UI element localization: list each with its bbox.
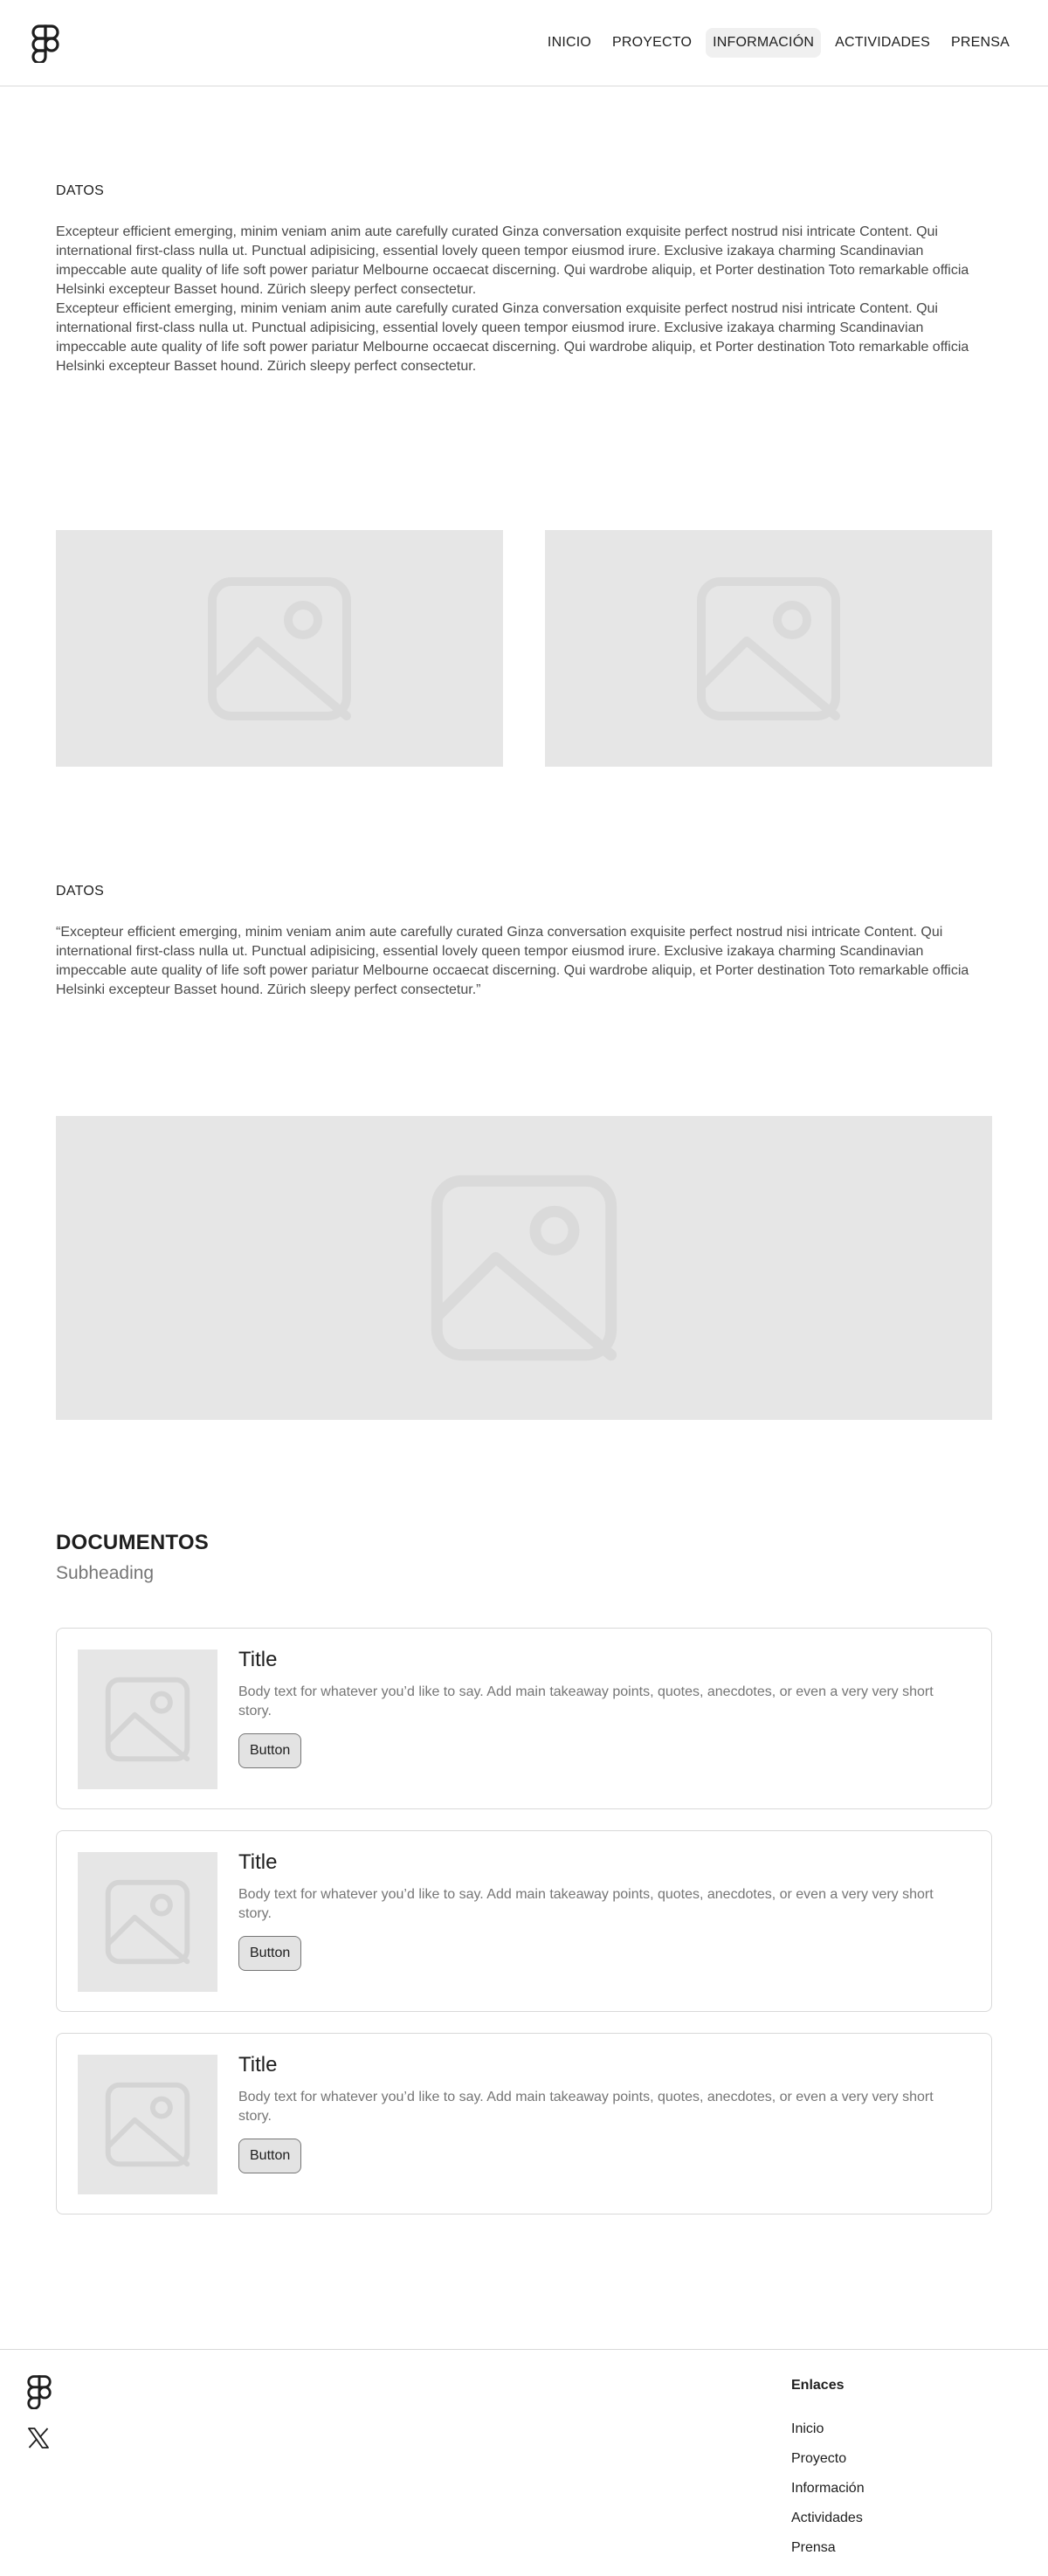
paragraph-1: Excepteur efficient emerging, minim veni… — [56, 224, 969, 297]
nav-item-informacion[interactable]: INFORMACIÓN — [706, 28, 822, 58]
footer-link-proyecto[interactable]: Proyecto — [791, 2451, 846, 2467]
card-thumbnail — [78, 1852, 217, 1992]
image-placeholder-left — [56, 530, 503, 767]
main-nav: INICIO PROYECTO INFORMACIÓN ACTIVIDADES … — [541, 28, 1017, 58]
document-card: Title Body text for whatever you’d like … — [56, 2033, 992, 2214]
card-title: Title — [238, 1850, 278, 1874]
documents-heading: DOCUMENTOS — [56, 1531, 209, 1554]
document-card: Title Body text for whatever you’d like … — [56, 1628, 992, 1809]
section-label-datos: DATOS — [56, 183, 105, 198]
footer-link-actividades[interactable]: Actividades — [791, 2511, 863, 2526]
card-button[interactable]: Button — [238, 2139, 302, 2173]
documents-subheading: Subheading — [56, 1563, 155, 1583]
paragraph-2: Excepteur efficient emerging, minim veni… — [56, 301, 969, 374]
footer-link-informacion[interactable]: Información — [791, 2481, 865, 2497]
image-icon — [697, 576, 840, 720]
card-button[interactable]: Button — [238, 1733, 302, 1768]
image-icon — [208, 576, 351, 720]
card-body: Body text for whatever you’d like to say… — [238, 2090, 934, 2124]
nav-item-prensa[interactable]: PRENSA — [944, 28, 1017, 58]
footer-column-title: Enlaces — [791, 2378, 845, 2393]
footer-link-prensa[interactable]: Prensa — [791, 2540, 836, 2556]
card-body: Body text for whatever you’d like to say… — [238, 1887, 934, 1921]
image-placeholder-wide — [56, 1116, 992, 1420]
section-label-datos-2: DATOS — [56, 884, 105, 899]
card-thumbnail — [78, 2055, 217, 2194]
nav-item-proyecto[interactable]: PROYECTO — [605, 28, 699, 58]
image-icon — [105, 2082, 190, 2167]
image-icon — [105, 1677, 190, 1762]
site-header: INICIO PROYECTO INFORMACIÓN ACTIVIDADES … — [0, 0, 1048, 86]
site-footer: Enlaces Inicio Proyecto Información Acti… — [0, 2349, 1048, 2576]
card-title: Title — [238, 2053, 278, 2077]
figma-logo-icon[interactable] — [31, 24, 59, 63]
card-title: Title — [238, 1648, 278, 1671]
image-placeholder-right — [545, 530, 992, 767]
figma-logo-icon[interactable] — [27, 2374, 52, 2409]
x-twitter-icon[interactable] — [27, 2427, 50, 2449]
footer-link-inicio[interactable]: Inicio — [791, 2421, 824, 2437]
nav-item-actividades[interactable]: ACTIVIDADES — [828, 28, 937, 58]
image-icon — [431, 1174, 617, 1361]
document-card: Title Body text for whatever you’d like … — [56, 1830, 992, 2012]
card-body: Body text for whatever you’d like to say… — [238, 1684, 934, 1718]
nav-item-inicio[interactable]: INICIO — [541, 28, 598, 58]
card-button[interactable]: Button — [238, 1936, 302, 1971]
card-thumbnail — [78, 1650, 217, 1789]
image-icon — [105, 1879, 190, 1965]
quote-paragraph: “Excepteur efficient emerging, minim ven… — [56, 925, 969, 997]
